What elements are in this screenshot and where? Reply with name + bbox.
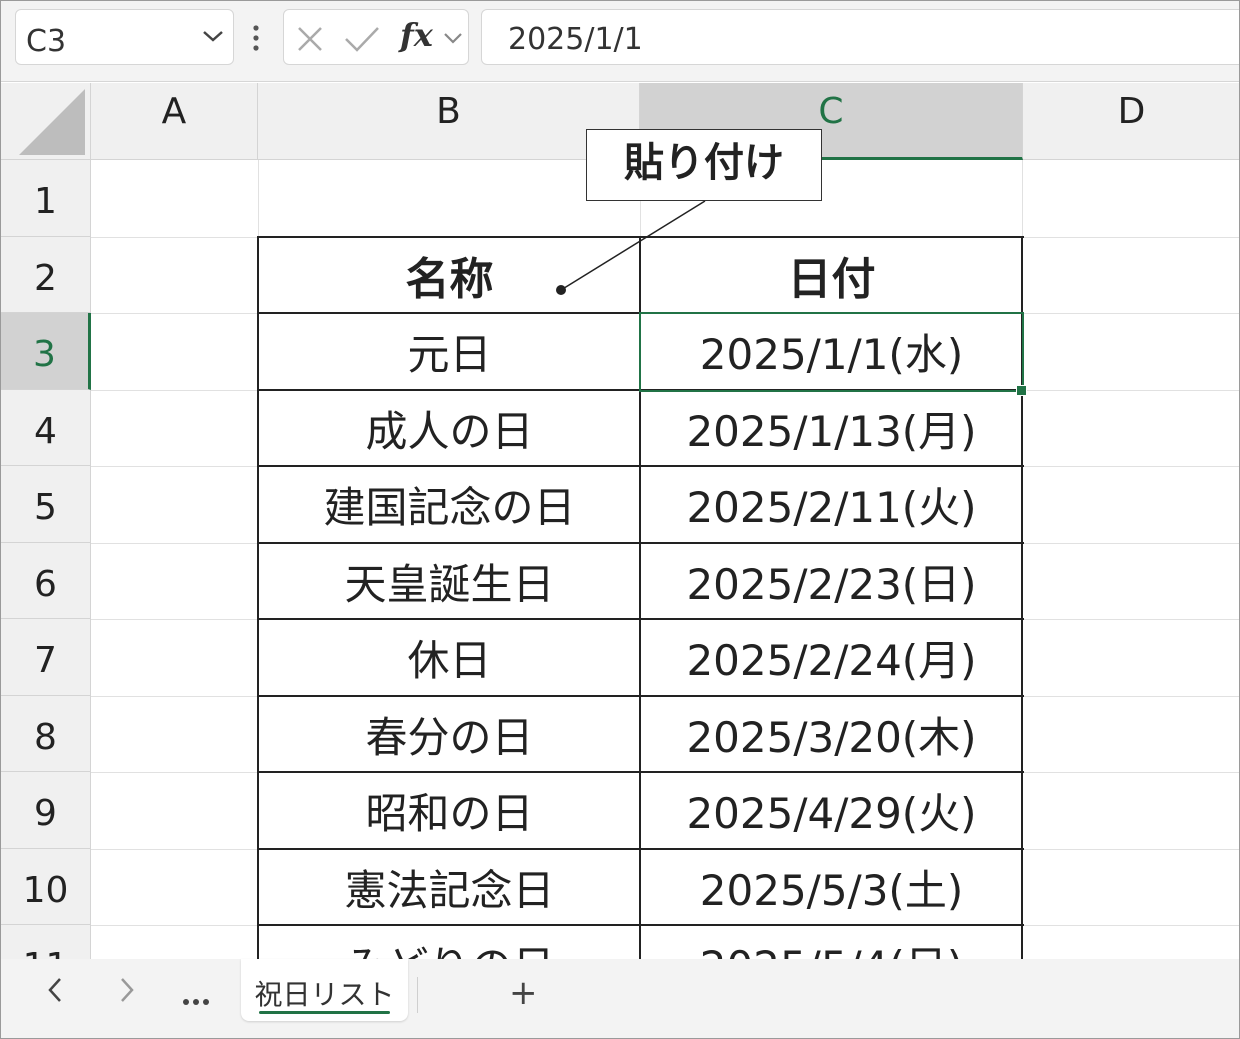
header-name-text: 名称 <box>405 254 494 305</box>
name-box-value: C3 <box>26 24 67 59</box>
row-header-2[interactable]: 2 <box>1 237 91 313</box>
add-sheet-button[interactable]: + <box>509 973 538 1013</box>
formula-controls: fx <box>283 9 469 65</box>
cell-b8[interactable]: 春分の日 <box>259 696 640 772</box>
cell-b3[interactable]: 元日 <box>259 313 640 390</box>
row-header-8[interactable]: 8 <box>1 696 91 772</box>
cell-c5[interactable]: 2025/2/11(火) <box>641 466 1022 543</box>
paste-callout: 貼り付け <box>586 129 822 201</box>
cancel-icon[interactable] <box>296 25 324 57</box>
sheet-tab-holidays[interactable]: 祝日リスト <box>241 959 408 1021</box>
cell-c10[interactable]: 2025/5/3(土) <box>641 849 1022 925</box>
cell-b5[interactable]: 建国記念の日 <box>259 466 640 543</box>
worksheet-grid: A B C D 1 2 3 4 5 6 7 8 9 10 11 名称 日付 元日… <box>1 83 1239 960</box>
cell-b6[interactable]: 天皇誕生日 <box>259 543 640 619</box>
sheet-tab-label: 祝日リスト <box>254 978 395 1011</box>
table-border <box>257 236 259 960</box>
cell-c6[interactable]: 2025/2/23(日) <box>641 543 1022 619</box>
confirm-icon[interactable] <box>344 25 380 57</box>
sheet-tab-bar: 祝日リスト + <box>1 959 1239 1038</box>
row-header-9[interactable]: 9 <box>1 772 91 849</box>
previous-sheet-icon[interactable] <box>45 975 65 1013</box>
cell-b10[interactable]: 憲法記念日 <box>259 849 640 925</box>
next-sheet-icon[interactable] <box>117 975 137 1013</box>
active-cell-selection[interactable] <box>639 312 1024 392</box>
row-header-5[interactable]: 5 <box>1 466 91 543</box>
column-header-b[interactable]: B <box>258 83 640 160</box>
row-header-7[interactable]: 7 <box>1 619 91 696</box>
cell-c7[interactable]: 2025/2/24(月) <box>641 619 1022 696</box>
excel-window: C3 fx 2025/1/1 A B C D 1 2 3 4 5 6 7 8 9… <box>0 0 1240 1039</box>
row-header-4[interactable]: 4 <box>1 390 91 466</box>
active-tab-indicator <box>259 1011 390 1014</box>
table-header-name[interactable]: 名称 <box>259 237 640 313</box>
insert-function-button[interactable]: fx <box>400 16 433 54</box>
row-header-11[interactable]: 11 <box>1 925 91 960</box>
cell-c11[interactable]: 2025/5/4(日) <box>641 925 1022 960</box>
row-header-3[interactable]: 3 <box>1 313 91 390</box>
cell-c4[interactable]: 2025/1/13(月) <box>641 390 1022 466</box>
cell-b7[interactable]: 休日 <box>259 619 640 696</box>
more-sheets-icon[interactable] <box>181 981 211 1016</box>
table-header-date[interactable]: 日付 <box>641 237 1022 313</box>
chevron-down-icon[interactable] <box>201 28 225 48</box>
formula-bar: C3 fx 2025/1/1 <box>1 1 1239 82</box>
select-all-corner[interactable] <box>1 83 91 160</box>
row-header-6[interactable]: 6 <box>1 543 91 619</box>
column-header-a[interactable]: A <box>91 83 258 160</box>
chevron-down-icon[interactable] <box>442 30 464 50</box>
more-options-icon[interactable] <box>251 23 261 57</box>
row-header-1[interactable]: 1 <box>1 160 91 237</box>
tab-separator <box>417 977 418 1013</box>
cell-b4[interactable]: 成人の日 <box>259 390 640 466</box>
formula-input[interactable]: 2025/1/1 <box>481 9 1239 65</box>
formula-value: 2025/1/1 <box>508 22 643 57</box>
header-date-text: 日付 <box>787 254 876 305</box>
column-header-d[interactable]: D <box>1023 83 1239 160</box>
cell-c8[interactable]: 2025/3/20(木) <box>641 696 1022 772</box>
cell-b9[interactable]: 昭和の日 <box>259 772 640 849</box>
cell-c9[interactable]: 2025/4/29(火) <box>641 772 1022 849</box>
cell-b11[interactable]: みどりの日 <box>259 925 640 960</box>
fill-handle[interactable] <box>1016 385 1027 396</box>
name-box[interactable]: C3 <box>15 9 234 65</box>
row-header-10[interactable]: 10 <box>1 849 91 925</box>
